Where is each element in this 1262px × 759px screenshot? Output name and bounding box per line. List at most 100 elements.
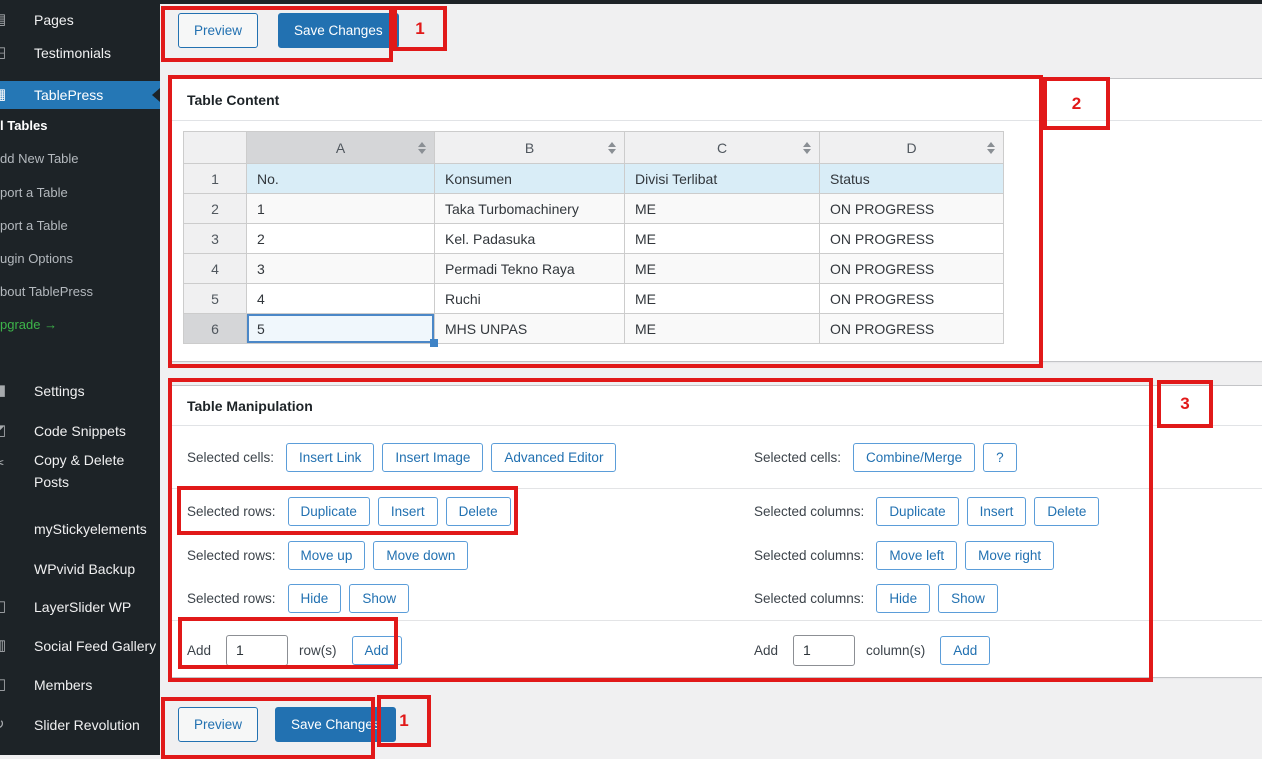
cell-b2[interactable]: Taka Turbomachinery [435, 194, 625, 224]
sidebar-item-copy-delete-posts[interactable]: ✂ Copy & Delete Posts [0, 450, 160, 494]
duplicate-columns-button[interactable]: Duplicate [876, 497, 958, 526]
sort-icon[interactable] [608, 142, 616, 154]
move-rows-up-button[interactable]: Move up [288, 541, 366, 570]
add-columns-unit-label: column(s) [866, 643, 925, 658]
sidebar-item-layerslider-wp[interactable]: ◧ LayerSlider WP [0, 593, 160, 621]
cell-c3[interactable]: ME [625, 224, 820, 254]
sort-icon[interactable] [803, 142, 811, 154]
annotation-label-1-top: 1 [393, 6, 447, 51]
sidebar-subitem-export-a-table[interactable]: port a Table [0, 214, 160, 236]
insert-columns-button[interactable]: Insert [967, 497, 1027, 526]
sidebar-item-mystickyelements[interactable]: myStickyelements [0, 515, 160, 543]
cell-b5[interactable]: Ruchi [435, 284, 625, 314]
sidebar-subitem-upgrade[interactable]: pgrade → [0, 313, 160, 335]
add-columns-count-input[interactable] [793, 635, 855, 666]
cell-d3[interactable]: ON PROGRESS [820, 224, 1004, 254]
column-header-b[interactable]: B [435, 132, 625, 164]
sidebar-item-social-feed-gallery[interactable]: ▥ Social Feed Gallery [0, 632, 160, 660]
sidebar-subitem-about-tablepress[interactable]: bout TablePress [0, 280, 160, 302]
show-columns-button[interactable]: Show [938, 584, 998, 613]
column-header-d[interactable]: D [820, 132, 1004, 164]
insert-link-button[interactable]: Insert Link [286, 443, 374, 472]
sidebar-item-wpvivid-backup[interactable]: ◔ WPvivid Backup [0, 555, 160, 583]
sidebar-item-settings[interactable]: ◨ Settings [0, 377, 160, 405]
sidebar-item-code-snippets[interactable]: ◩ Code Snippets [0, 417, 160, 445]
sort-icon[interactable] [987, 142, 995, 154]
insert-rows-button[interactable]: Insert [378, 497, 438, 526]
hide-rows-button[interactable]: Hide [288, 584, 342, 613]
cell-c6[interactable]: ME [625, 314, 820, 344]
spreadsheet: A B C D 1 No. Konsumen Divisi Terlibat S… [183, 131, 1004, 344]
advanced-editor-button[interactable]: Advanced Editor [491, 443, 616, 472]
cell-b1[interactable]: Konsumen [435, 164, 625, 194]
preview-button-bottom[interactable]: Preview [178, 707, 258, 742]
cell-b6[interactable]: MHS UNPAS [435, 314, 625, 344]
sidebar-subitem-plugin-options[interactable]: ugin Options [0, 247, 160, 269]
move-columns-left-button[interactable]: Move left [876, 541, 957, 570]
duplicate-rows-button[interactable]: Duplicate [288, 497, 370, 526]
move-rows-down-button[interactable]: Move down [373, 541, 468, 570]
preview-button[interactable]: Preview [178, 13, 258, 48]
cell-d1[interactable]: Status [820, 164, 1004, 194]
table-row: 4 3 Permadi Tekno Raya ME ON PROGRESS [184, 254, 1004, 284]
sidebar-item-label: Pages [0, 12, 74, 28]
save-changes-button[interactable]: Save Changes [278, 13, 399, 48]
add-rows-button[interactable]: Add [352, 636, 402, 665]
testimonials-icon: ◳ [0, 43, 10, 61]
add-rows-count-input[interactable] [226, 635, 288, 666]
delete-columns-button[interactable]: Delete [1034, 497, 1099, 526]
add-rows-prefix-label: Add [187, 643, 211, 658]
cell-a4[interactable]: 3 [247, 254, 435, 284]
sidebar-item-testimonials[interactable]: ◳ Testimonials [0, 39, 160, 67]
show-rows-button[interactable]: Show [349, 584, 409, 613]
cell-c5[interactable]: ME [625, 284, 820, 314]
delete-rows-button[interactable]: Delete [446, 497, 511, 526]
hide-columns-button[interactable]: Hide [876, 584, 930, 613]
cell-b4[interactable]: Permadi Tekno Raya [435, 254, 625, 284]
cell-a2[interactable]: 1 [247, 194, 435, 224]
cell-a3[interactable]: 2 [247, 224, 435, 254]
cell-c2[interactable]: ME [625, 194, 820, 224]
cell-d5[interactable]: ON PROGRESS [820, 284, 1004, 314]
selected-columns-label: Selected columns: [754, 548, 864, 563]
cell-d4[interactable]: ON PROGRESS [820, 254, 1004, 284]
cell-a5[interactable]: 4 [247, 284, 435, 314]
insert-image-button[interactable]: Insert Image [382, 443, 483, 472]
sidebar-item-slider-revolution[interactable]: ↻ Slider Revolution [0, 711, 160, 739]
manipulation-row-move: Selected rows: Move up Move down Selecte… [171, 534, 1262, 576]
bottom-toolbar: Preview Save Changes [178, 707, 396, 742]
cell-c1[interactable]: Divisi Terlibat [625, 164, 820, 194]
sidebar-item-tablepress[interactable]: ▦ TablePress [0, 81, 160, 109]
corner-cell[interactable] [184, 132, 247, 164]
cell-d2[interactable]: ON PROGRESS [820, 194, 1004, 224]
add-columns-button[interactable]: Add [940, 636, 990, 665]
combine-merge-button[interactable]: Combine/Merge [853, 443, 975, 472]
admin-top-bar [0, 0, 1262, 4]
column-header-c[interactable]: C [625, 132, 820, 164]
cell-d6[interactable]: ON PROGRESS [820, 314, 1004, 344]
sidebar-item-members[interactable]: ◫ Members [0, 671, 160, 699]
manipulation-row-duplicate: Selected rows: Duplicate Insert Delete S… [171, 489, 1262, 534]
column-header-a[interactable]: A [247, 132, 435, 164]
combine-merge-help-button[interactable]: ? [983, 443, 1017, 472]
sidebar-subitem-import-a-table[interactable]: port a Table [0, 181, 160, 203]
add-columns-prefix-label: Add [754, 643, 778, 658]
table-manipulation-title: Table Manipulation [171, 386, 1262, 426]
add-rows-unit-label: row(s) [299, 643, 337, 658]
sidebar-item-pages[interactable]: ▤ Pages [0, 6, 160, 34]
sidebar-subitem-all-tables[interactable]: l Tables [0, 114, 160, 136]
cell-a1[interactable]: No. [247, 164, 435, 194]
wpvivid-backup-icon: ◔ [0, 559, 10, 576]
sidebar-item-label: TablePress [0, 87, 103, 103]
move-columns-right-button[interactable]: Move right [965, 541, 1054, 570]
selected-cell-a6[interactable]: 5 [247, 314, 435, 344]
save-changes-button-bottom[interactable]: Save Changes [275, 707, 396, 742]
cell-drag-handle[interactable] [430, 339, 438, 347]
cell-b3[interactable]: Kel. Padasuka [435, 224, 625, 254]
sort-icon[interactable] [418, 142, 426, 154]
copy-delete-posts-icon: ✂ [0, 454, 10, 472]
sidebar-subitem-add-new-table[interactable]: dd New Table [0, 147, 160, 169]
table-row: 3 2 Kel. Padasuka ME ON PROGRESS [184, 224, 1004, 254]
cell-c4[interactable]: ME [625, 254, 820, 284]
members-icon: ◫ [0, 675, 10, 693]
